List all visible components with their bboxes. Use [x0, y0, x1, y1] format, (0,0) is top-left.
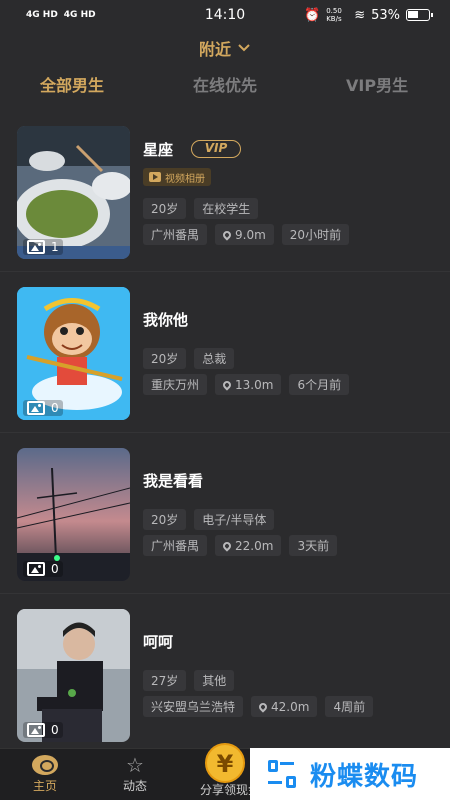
- user-name: 我你他: [143, 311, 189, 329]
- image-icon: [27, 562, 45, 576]
- avatar[interactable]: 0: [17, 609, 130, 742]
- brand-logo-icon: [264, 756, 300, 792]
- job-tag: 在校学生: [194, 198, 259, 219]
- location-pin-icon: [221, 378, 233, 391]
- time-tag: 20小时前: [281, 224, 350, 245]
- location-selector[interactable]: 附近: [0, 36, 450, 60]
- distance-tag: 42.0m: [251, 696, 318, 717]
- avatar[interactable]: 0: [17, 448, 130, 581]
- vip-badge: VIP: [191, 140, 241, 158]
- photo-count: 0: [23, 400, 63, 416]
- distance-tag: 22.0m: [215, 535, 282, 556]
- location-pin-icon: [221, 228, 233, 241]
- photo-count: 0: [23, 722, 63, 738]
- video-album-badge[interactable]: 视频相册: [143, 168, 211, 186]
- city-tag: 广州番禺: [143, 535, 208, 556]
- time-tag: 3天前: [289, 535, 338, 556]
- filter-tabs: 全部男生 在线优先 VIP男生: [0, 72, 450, 98]
- nav-home-label: 主页: [32, 779, 57, 793]
- image-icon: [27, 240, 45, 254]
- tag-row: 广州番禺 22.0m 3天前: [143, 535, 338, 556]
- distance-value: 13.0m: [235, 377, 274, 392]
- user-name: 我是看看: [143, 472, 204, 490]
- photo-count: 0: [23, 561, 63, 577]
- battery-icon: [406, 9, 433, 21]
- user-card[interactable]: 0 我你他 20岁 总裁 重庆万州 13.0m 6个月前: [0, 273, 450, 433]
- location-pin-icon: [221, 539, 233, 552]
- age-tag: 20岁: [143, 348, 187, 369]
- status-bar: 4G HD 4G HD 14:10 ⏰ 0.50 KB/s ≋ 53%: [0, 0, 450, 30]
- tag-row: 20岁 电子/半导体: [143, 509, 275, 530]
- distance-value: 22.0m: [235, 538, 274, 553]
- watermark-text: 粉蝶数码: [310, 761, 419, 792]
- avatar[interactable]: 1: [17, 126, 130, 259]
- nav-moments[interactable]: ☆ 动态: [100, 755, 170, 794]
- tag-row: 重庆万州 13.0m 6个月前: [143, 374, 350, 395]
- location-label: 附近: [198, 40, 231, 59]
- tag-row: 20岁 总裁: [143, 348, 235, 369]
- watermark-overlay: 粉蝶数码: [250, 748, 450, 800]
- location-pin-icon: [257, 700, 269, 713]
- user-name: 呵呵: [143, 633, 174, 651]
- tab-all-male[interactable]: 全部男生: [40, 72, 104, 96]
- user-card[interactable]: 0 呵呵 27岁 其他 兴安盟乌兰浩特 42.0m 4周前: [0, 595, 450, 755]
- user-card[interactable]: 1 星座 VIP 视频相册 20岁 在校学生 广州番禺 9.0m 20小时前: [0, 112, 450, 272]
- avatar[interactable]: 0: [17, 287, 130, 420]
- city-tag: 广州番禺: [143, 224, 208, 245]
- photo-count: 1: [23, 239, 63, 255]
- city-tag: 重庆万州: [143, 374, 208, 395]
- user-card[interactable]: 0 我是看看 20岁 电子/半导体 广州番禺 22.0m 3天前: [0, 434, 450, 594]
- age-tag: 20岁: [143, 509, 187, 530]
- home-icon: [32, 755, 58, 775]
- tab-online-first[interactable]: 在线优先: [193, 72, 257, 96]
- clock: 14:10: [204, 7, 246, 23]
- photo-count-value: 0: [51, 401, 59, 415]
- photo-count-value: 0: [51, 723, 59, 737]
- video-album-label: 视频相册: [165, 173, 205, 185]
- image-icon: [27, 401, 45, 415]
- nav-home[interactable]: 主页: [10, 755, 80, 794]
- coin-icon[interactable]: ¥: [205, 743, 245, 783]
- city-tag: 兴安盟乌兰浩特: [143, 696, 244, 717]
- photo-count-value: 1: [51, 240, 59, 254]
- star-icon: ☆: [126, 753, 144, 777]
- age-tag: 27岁: [143, 670, 187, 691]
- nav-moments-label: 动态: [122, 779, 147, 793]
- tag-row: 27岁 其他: [143, 670, 235, 691]
- tag-row: 20岁 在校学生: [143, 198, 259, 219]
- job-tag: 其他: [194, 670, 235, 691]
- time-tag: 6个月前: [289, 374, 350, 395]
- chevron-down-icon: [238, 44, 250, 52]
- tab-vip-male[interactable]: VIP男生: [346, 72, 408, 96]
- distance-value: 9.0m: [235, 227, 266, 242]
- distance-tag: 9.0m: [215, 224, 274, 245]
- time-tag: 4周前: [325, 696, 374, 717]
- tag-row: 广州番禺 9.0m 20小时前: [143, 224, 350, 245]
- photo-count-value: 0: [51, 562, 59, 576]
- distance-tag: 13.0m: [215, 374, 282, 395]
- distance-value: 42.0m: [271, 699, 310, 714]
- tag-row: 兴安盟乌兰浩特 42.0m 4周前: [143, 696, 374, 717]
- video-icon: [149, 172, 161, 182]
- image-icon: [27, 723, 45, 737]
- age-tag: 20岁: [143, 198, 187, 219]
- user-name: 星座: [143, 141, 174, 159]
- job-tag: 总裁: [194, 348, 235, 369]
- job-tag: 电子/半导体: [194, 509, 275, 530]
